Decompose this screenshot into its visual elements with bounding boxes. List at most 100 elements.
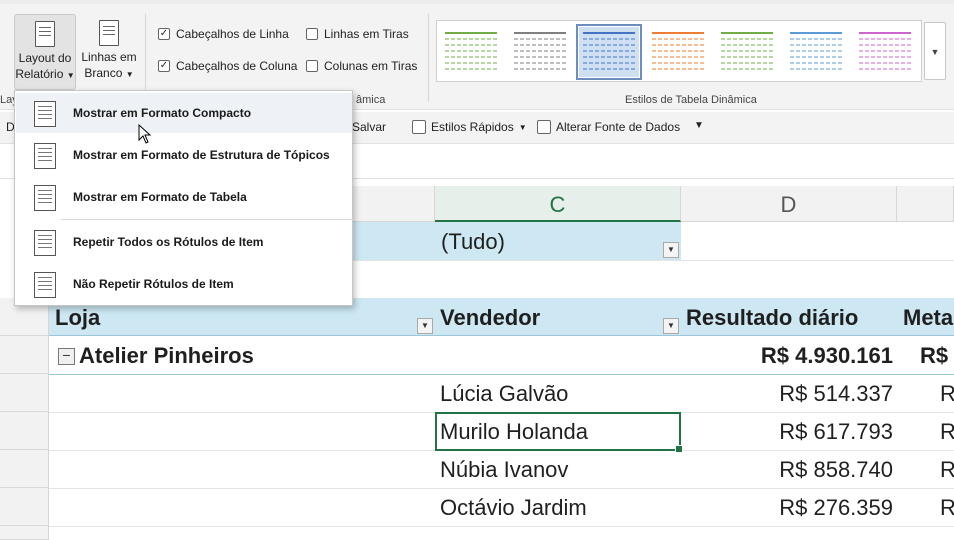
report-layout-label-1: Layout do — [18, 51, 72, 65]
seller-filter-dropdown-icon[interactable]: ▼ — [663, 318, 679, 334]
seller-cell[interactable]: Núbia Ivanov — [440, 451, 568, 489]
col-headers-label: Cabeçalhos de Coluna — [176, 59, 298, 73]
row-header[interactable] — [0, 374, 49, 412]
seller-cell[interactable]: Lúcia Galvão — [440, 375, 568, 413]
menu-item-label: Não Repetir Rótulos de Item — [73, 277, 234, 291]
checkbox-checked[interactable]: ✓ — [158, 28, 170, 40]
banded-rows-label: Linhas em Tiras — [324, 27, 409, 41]
row-headers-label: Cabeçalhos de Linha — [176, 27, 289, 41]
pivot-style-swatch — [790, 32, 842, 70]
filter-row-cell[interactable] — [353, 222, 435, 260]
blank-rows-label-2: Branco — [84, 66, 123, 80]
goal-cell[interactable]: R — [940, 375, 954, 413]
ribbon-divider — [145, 14, 146, 102]
save-button[interactable]: Salvar — [352, 120, 386, 134]
blank-rows-icon — [99, 20, 119, 46]
menu-item-outline-form[interactable]: Mostrar em Formato de Estrutura de Tópic… — [16, 135, 352, 175]
active-cell-selection[interactable] — [435, 412, 683, 453]
pivot-style-thumb[interactable] — [648, 27, 708, 77]
pivot-style-swatch — [445, 32, 497, 70]
menu-item-label: Repetir Todos os Rótulos de Item — [73, 235, 264, 249]
column-header-e[interactable] — [897, 186, 954, 222]
row-header[interactable] — [0, 488, 49, 526]
menu-item-compact-form[interactable]: Mostrar em Formato Compacto — [16, 93, 352, 133]
value-cell[interactable]: R$ 617.793 — [681, 413, 893, 451]
group-goal-fragment[interactable]: R$ — [920, 336, 948, 376]
menu-item-label: Mostrar em Formato Compacto — [73, 106, 252, 120]
change-data-source-label: Alterar Fonte de Dados — [556, 120, 681, 134]
change-data-source-icon — [537, 120, 551, 134]
col-headers-option[interactable]: ✓ Cabeçalhos de Coluna — [158, 59, 297, 73]
group-store-name[interactable]: Atelier Pinheiros — [79, 336, 254, 376]
row-header[interactable] — [0, 450, 49, 488]
header-seller: Vendedor — [440, 305, 541, 330]
pivot-style-swatch — [583, 32, 635, 70]
group-total[interactable]: R$ 4.930.161 — [681, 336, 893, 376]
report-layout-icon — [35, 21, 55, 47]
header-daily-result: Resultado diário — [686, 305, 859, 330]
pivot-styles-gallery — [436, 20, 922, 82]
menu-item-tabular-form[interactable]: Mostrar em Formato de Tabela — [16, 177, 352, 217]
pivot-style-thumb-selected[interactable] — [576, 24, 642, 80]
value-cell[interactable]: R$ 858.740 — [681, 451, 893, 489]
column-header-d[interactable]: D — [681, 186, 897, 222]
goal-cell[interactable]: R — [940, 489, 954, 527]
checkbox-unchecked[interactable] — [306, 60, 318, 72]
seller-cell[interactable]: Octávio Jardim — [440, 489, 587, 527]
report-layout-label-2: Relatório — [15, 67, 64, 81]
pivot-style-swatch — [652, 32, 704, 70]
header-goal: Meta — [903, 305, 954, 330]
filter-dropdown-icon[interactable]: ▼ — [663, 242, 679, 258]
collapse-minus-icon[interactable]: − — [58, 348, 75, 365]
checkbox-checked[interactable]: ✓ — [158, 60, 170, 72]
pivot-style-thumb[interactable] — [510, 27, 570, 77]
value-cell[interactable]: R$ 276.359 — [681, 489, 893, 527]
grid-line — [353, 260, 954, 261]
pivot-style-swatch — [514, 32, 566, 70]
row-header[interactable] — [0, 336, 49, 374]
goal-cell[interactable]: R — [940, 413, 954, 451]
pivot-style-swatch — [859, 32, 911, 70]
ribbon-top-strip — [0, 0, 954, 4]
banded-rows-option[interactable]: Linhas em Tiras — [306, 27, 409, 41]
blank-rows-label-1: Linhas em — [81, 50, 137, 64]
mouse-pointer-icon — [138, 124, 152, 144]
menu-item-no-repeat-labels[interactable]: Não Repetir Rótulos de Item — [16, 264, 352, 304]
column-header-c[interactable]: C — [435, 186, 681, 222]
repeat-labels-icon — [34, 230, 56, 256]
store-filter-dropdown-icon[interactable]: ▼ — [417, 318, 433, 334]
tabular-form-icon — [34, 185, 56, 211]
row-header[interactable] — [0, 412, 49, 450]
gallery-more-chevron-icon[interactable]: ▼ — [924, 22, 946, 80]
chevron-down-icon: ▼ — [66, 71, 75, 80]
column-header-b[interactable] — [353, 186, 435, 222]
row-header[interactable] — [0, 526, 49, 540]
styles-group-label: Estilos de Tabela Dinâmica — [625, 94, 757, 106]
quick-styles-label: Estilos Rápidos — [431, 120, 514, 134]
outline-form-icon — [34, 143, 56, 169]
quick-styles-button[interactable]: Estilos Rápidos ▼ — [412, 120, 527, 134]
report-layout-menu: Mostrar em Formato Compacto Mostrar em F… — [14, 90, 353, 306]
report-filter-value[interactable]: (Tudo) — [435, 222, 681, 260]
row-headers-option[interactable]: ✓ Cabeçalhos de Linha — [158, 27, 289, 41]
menu-item-repeat-labels[interactable]: Repetir Todos os Rótulos de Item — [16, 222, 352, 262]
toolbar-more-icon[interactable]: ▼ — [694, 120, 704, 131]
pivot-style-thumb[interactable] — [855, 27, 915, 77]
change-data-source-button[interactable]: Alterar Fonte de Dados — [537, 120, 680, 134]
chevron-down-icon: ▼ — [518, 122, 527, 132]
no-repeat-labels-icon — [34, 272, 56, 298]
pivot-style-thumb[interactable] — [786, 27, 846, 77]
goal-cell[interactable]: R — [940, 451, 954, 489]
blank-rows-button[interactable]: Linhas em Branco ▼ — [78, 14, 140, 90]
menu-item-label: Mostrar em Formato de Estrutura de Tópic… — [73, 148, 330, 162]
pivot-style-thumb[interactable] — [717, 27, 777, 77]
banded-cols-option[interactable]: Colunas em Tiras — [306, 59, 417, 73]
report-layout-button[interactable]: Layout do Relatório ▼ — [14, 14, 76, 90]
save-label: Salvar — [352, 120, 387, 134]
chevron-down-icon: ▼ — [125, 70, 134, 79]
banded-cols-label: Colunas em Tiras — [324, 59, 418, 73]
value-cell[interactable]: R$ 514.337 — [681, 375, 893, 413]
menu-separator — [61, 219, 353, 220]
checkbox-unchecked[interactable] — [306, 28, 318, 40]
pivot-style-thumb[interactable] — [441, 27, 501, 77]
